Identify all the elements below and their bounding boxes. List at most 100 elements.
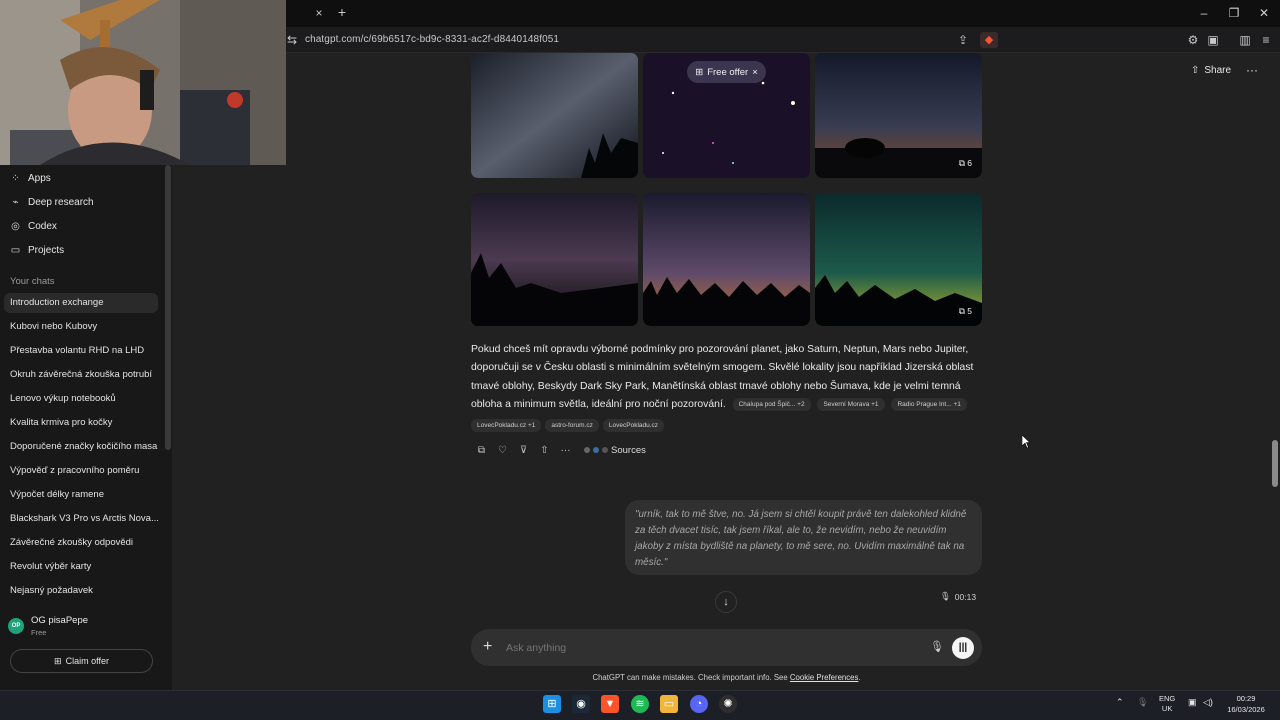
- gallery-image[interactable]: ⧉ 5: [815, 193, 982, 326]
- gallery-image[interactable]: [471, 193, 638, 326]
- sidebar-scrollbar[interactable]: [165, 165, 171, 450]
- citation-chip[interactable]: LovecPokladu.cz: [602, 419, 665, 432]
- share-button[interactable]: ⇧ Share: [1191, 65, 1231, 76]
- avatar: OP: [8, 618, 24, 634]
- assistant-answer: Pokud chceš mít opravdu výborné podmínky…: [471, 341, 983, 415]
- chat-item[interactable]: Blackshark V3 Pro vs Arctis Nova...: [4, 509, 158, 529]
- gallery-image[interactable]: ⧉ 6: [815, 53, 982, 178]
- network-icon[interactable]: ▣: [1188, 697, 1197, 708]
- share-icon: ⇧: [1191, 65, 1200, 76]
- telescope-icon: ⌁: [12, 196, 19, 208]
- sidebar-item-apps[interactable]: ⁘ Apps: [10, 168, 51, 188]
- image-count-badge: ⧉ 6: [958, 158, 972, 168]
- language-indicator[interactable]: ENG UK: [1159, 694, 1175, 714]
- microphone-tray-icon[interactable]: 🎙: [1137, 697, 1148, 708]
- chat-item[interactable]: Okruh závěrečná zkouška potrubí: [4, 365, 158, 385]
- images-icon: ⧉: [958, 158, 965, 168]
- url-text[interactable]: chatgpt.com/c/69b6517c-bd9c-8331-ac2f-d8…: [305, 34, 559, 45]
- tab-bar: [286, 0, 1280, 27]
- chat-item[interactable]: Výpověď z pracovního poměru: [4, 461, 158, 481]
- share-icon[interactable]: ⇧: [534, 445, 555, 456]
- minimize-icon[interactable]: –: [1196, 5, 1212, 21]
- source-favicon: [584, 447, 590, 453]
- brave-shield-icon[interactable]: ◆: [980, 32, 998, 48]
- share-page-icon[interactable]: ⇪: [955, 32, 971, 48]
- tab-close-icon[interactable]: ×: [312, 6, 326, 20]
- scroll-down-button[interactable]: ↓: [715, 591, 737, 613]
- chat-item[interactable]: Doporučené značky kočičího masa: [4, 437, 158, 457]
- chatgpt-app-icon[interactable]: ✺: [719, 695, 737, 713]
- cookie-preferences-link[interactable]: Cookie Preferences: [790, 673, 858, 682]
- citation-chip[interactable]: LovecPokladu.cz +1: [471, 419, 542, 432]
- sidebar-item-label: Projects: [28, 244, 65, 256]
- chat-item[interactable]: Kubovi nebo Kubovy: [4, 317, 158, 337]
- prompt-input[interactable]: [506, 642, 906, 654]
- spotify-icon[interactable]: ≋: [631, 695, 649, 713]
- extensions-icon[interactable]: ⚙: [1185, 32, 1201, 48]
- windows-start-icon[interactable]: ⊞: [543, 695, 561, 713]
- menu-icon[interactable]: ≡: [1258, 32, 1274, 48]
- user-message-bubble: "urník, tak to mě štve, no. Já jsem si c…: [625, 500, 982, 575]
- site-info-icon[interactable]: ⇆: [284, 32, 300, 48]
- copy-icon[interactable]: ⧉: [471, 445, 492, 456]
- claim-offer-label: Claim offer: [65, 656, 109, 666]
- add-attachment-icon[interactable]: +: [483, 638, 492, 656]
- citation-chip[interactable]: Chalupa pod Špič... +2: [732, 397, 811, 411]
- mouse-cursor-icon: [1022, 435, 1030, 448]
- thumbs-up-icon[interactable]: ♡: [492, 445, 513, 456]
- new-tab-icon[interactable]: +: [335, 5, 349, 19]
- sidebar-item-deep-research[interactable]: ⌁ Deep research: [10, 192, 94, 212]
- chat-item[interactable]: Lenovo výkup notebooků: [4, 389, 158, 409]
- chat-item[interactable]: Nejasný požadavek: [4, 581, 158, 601]
- images-icon: ⧉: [958, 306, 965, 316]
- chat-item[interactable]: Kvalita krmiva pro kočky: [4, 413, 158, 433]
- wallet-icon[interactable]: ▣: [1205, 32, 1221, 48]
- voice-mode-button[interactable]: |||: [952, 637, 974, 659]
- user-name: OG pisaPepe: [31, 615, 89, 626]
- citation-chip[interactable]: Radio Prague Int... +1: [891, 397, 967, 411]
- more-options-icon[interactable]: ···: [1246, 63, 1258, 77]
- gallery-image[interactable]: [471, 53, 638, 178]
- steam-icon[interactable]: ◉: [572, 695, 590, 713]
- close-window-icon[interactable]: ✕: [1256, 5, 1272, 21]
- discord-icon[interactable]: ◔: [690, 695, 708, 713]
- source-favicon: [593, 447, 599, 453]
- free-offer-badge[interactable]: ⊞ Free offer ×: [687, 61, 766, 83]
- citation-chip[interactable]: astro-forum.cz: [545, 419, 599, 432]
- free-offer-label: Free offer: [707, 66, 749, 78]
- chat-item[interactable]: Introduction exchange: [4, 293, 158, 313]
- restore-icon[interactable]: ❐: [1226, 5, 1242, 21]
- sidebar-item-projects[interactable]: ▭ Projects: [10, 240, 64, 260]
- source-favicon: [602, 447, 608, 453]
- chat-item[interactable]: Revolut výběr karty: [4, 557, 158, 577]
- main-scrollbar[interactable]: [1272, 440, 1278, 487]
- gallery-image[interactable]: [643, 193, 810, 326]
- citation-row: LovecPokladu.cz +1 astro-forum.cz LovecP…: [471, 419, 665, 432]
- sidebar-item-codex[interactable]: ◎ Codex: [10, 216, 57, 236]
- webcam-overlay: [0, 0, 286, 165]
- chat-item[interactable]: Přestavba volantu RHD na LHD: [4, 341, 158, 361]
- tray-overflow-icon[interactable]: ⌃: [1116, 697, 1124, 708]
- sidebar-toggle-icon[interactable]: ▥: [1237, 32, 1253, 48]
- chat-item[interactable]: Výpočet délky ramene: [4, 485, 158, 505]
- sources-button[interactable]: Sources: [584, 445, 646, 456]
- volume-icon[interactable]: ◁): [1203, 697, 1213, 708]
- claim-offer-button[interactable]: ⊞ Claim offer: [10, 649, 153, 673]
- citation-chip[interactable]: Severní Morava +1: [817, 397, 885, 411]
- close-icon[interactable]: ×: [752, 67, 758, 78]
- brave-browser-icon[interactable]: ▼: [601, 695, 619, 713]
- file-explorer-icon[interactable]: ▭: [660, 695, 678, 713]
- user-message-text: "urník, tak to mě štve, no. Já jsem si c…: [635, 509, 967, 568]
- dictate-icon[interactable]: 🎙: [930, 640, 944, 653]
- more-icon[interactable]: ···: [555, 445, 576, 456]
- user-account[interactable]: OP OG pisaPepe Free: [8, 614, 158, 640]
- microphone-icon: 🎙: [940, 591, 951, 601]
- apps-icon: ⁘: [11, 172, 20, 184]
- gift-icon: ⊞: [695, 66, 704, 78]
- folder-icon: ▭: [10, 244, 21, 256]
- system-clock[interactable]: 00:29 16/03/2026: [1222, 693, 1270, 715]
- thumbs-down-icon[interactable]: ⊽: [513, 445, 534, 456]
- user-plan: Free: [31, 628, 47, 637]
- sidebar-item-label: Deep research: [28, 196, 94, 208]
- chat-item[interactable]: Závěrečné zkoušky odpovědi: [4, 533, 158, 553]
